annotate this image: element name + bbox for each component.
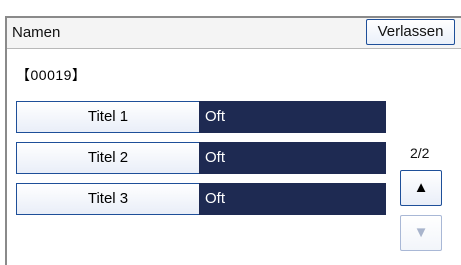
leave-button[interactable]: Verlassen [366, 19, 455, 45]
header-bar: Namen Verlassen [7, 18, 461, 49]
page-down-button[interactable]: ▼ [400, 215, 442, 251]
title-3-value: Oft [199, 183, 386, 215]
page-indicator: 2/2 [410, 145, 430, 161]
title-row-3: Titel 3 Oft [16, 183, 388, 215]
title-2-value: Oft [199, 142, 386, 174]
title-row-2: Titel 2 Oft [16, 142, 388, 174]
arrow-up-icon: ▲ [413, 179, 429, 196]
title-2-button[interactable]: Titel 2 [16, 142, 199, 174]
screen-title: Namen [12, 24, 61, 41]
record-code: 【00019】 [16, 67, 87, 83]
title-3-button[interactable]: Titel 3 [16, 183, 199, 215]
arrow-down-icon: ▼ [413, 224, 429, 241]
screen-frame [5, 16, 461, 265]
title-row-1: Titel 1 Oft [16, 101, 388, 133]
page-up-button[interactable]: ▲ [400, 170, 442, 206]
title-1-value: Oft [199, 101, 386, 133]
title-1-button[interactable]: Titel 1 [16, 101, 199, 133]
